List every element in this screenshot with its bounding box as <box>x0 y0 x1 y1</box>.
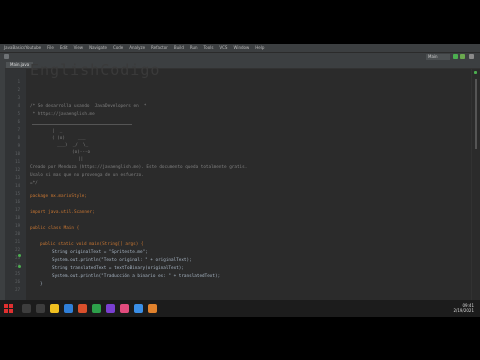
run-config-select[interactable]: Main <box>426 54 450 60</box>
menu-bar: JavaBasicsYoutube File Edit View Navigat… <box>0 44 480 52</box>
ascii-banner: EnglishCodigo <box>30 61 161 79</box>
menu-vcs[interactable]: VCS <box>219 44 227 52</box>
code-line: String originalText = "Spriteste.me"; <box>52 250 148 255</box>
package-line: package mx.marioStyle; <box>30 194 87 199</box>
comment-line: Creado por Mendoza (https://javaenglish.… <box>30 165 248 170</box>
search-icon[interactable] <box>469 54 474 59</box>
code-line: System.out.println("Traducción a binario… <box>52 274 221 279</box>
line-number: 26 <box>15 279 20 284</box>
editor-right-strip <box>471 69 480 305</box>
file-explorer-icon[interactable] <box>50 304 59 313</box>
app-icon[interactable] <box>148 304 157 313</box>
run-icon[interactable] <box>453 54 458 59</box>
windows-taskbar: 09:41 2/19/2021 <box>0 300 480 317</box>
comment-line: * https://javaenglish.me <box>30 112 95 117</box>
video-frame: JavaBasicsYoutube File Edit View Navigat… <box>0 0 480 360</box>
line-number: 8 <box>17 135 20 140</box>
line-number: 9 <box>17 143 20 148</box>
menu-refactor[interactable]: Refactor <box>151 44 168 52</box>
menu-view[interactable]: View <box>74 44 84 52</box>
ascii-art-line: (o)---o <box>72 150 91 155</box>
line-number: 21 <box>15 239 20 244</box>
debug-icon[interactable] <box>460 54 465 59</box>
comment-line: /* Se desarrolla usando JavaDevelopers e… <box>30 104 147 109</box>
line-number: 19 <box>15 223 20 228</box>
line-number: 22 <box>15 247 20 252</box>
ascii-art-line: | _ <box>52 129 63 134</box>
search-icon[interactable] <box>22 304 31 313</box>
menu-build[interactable]: Build <box>174 44 184 52</box>
line-number: 11 <box>15 159 20 164</box>
menu-navigate[interactable]: Navigate <box>89 44 107 52</box>
menu-file[interactable]: File <box>47 44 54 52</box>
main-method-declaration: public static void main(String[] args) { <box>40 242 144 247</box>
menu-edit[interactable]: Edit <box>60 44 68 52</box>
line-number: 6 <box>17 119 20 124</box>
clock-date: 2/19/2021 <box>453 308 474 313</box>
line-number: 15 <box>15 191 20 196</box>
clock[interactable]: 09:41 2/19/2021 <box>453 303 474 313</box>
editor-scrollbar[interactable] <box>475 79 477 149</box>
closing-brace: } <box>40 282 43 287</box>
menu-window[interactable]: Window <box>233 44 249 52</box>
ide-window: JavaBasicsYoutube File Edit View Navigat… <box>0 44 480 317</box>
comment-divider <box>32 124 132 125</box>
app-icon[interactable] <box>134 304 143 313</box>
task-view-icon[interactable] <box>36 304 45 313</box>
line-number: 20 <box>15 231 20 236</box>
line-number: 14 <box>15 183 20 188</box>
class-declaration: public class Main { <box>30 226 80 231</box>
ascii-art-line: ( (o) ___ <box>52 136 86 141</box>
line-number: 10 <box>15 151 20 156</box>
menu-analyze[interactable]: Analyze <box>129 44 145 52</box>
inspection-ok-icon[interactable] <box>474 71 477 74</box>
run-gutter-icon[interactable] <box>18 254 21 257</box>
project-icon[interactable] <box>4 54 9 59</box>
line-number: 2 <box>17 87 20 92</box>
toolbar: Main <box>0 52 480 61</box>
line-number: 27 <box>15 287 20 292</box>
app-icon[interactable] <box>106 304 115 313</box>
ascii-art-line: ___) _/ \_ <box>52 143 89 148</box>
window-title: JavaBasicsYoutube <box>4 45 42 50</box>
line-number: 12 <box>15 167 20 172</box>
app-icon[interactable] <box>92 304 101 313</box>
menu-tools[interactable]: Tools <box>204 44 214 52</box>
code-line: String translatedText = textToBinary(ori… <box>52 266 184 271</box>
line-number: 3 <box>17 95 20 100</box>
line-number: 5 <box>17 111 20 116</box>
menu-code[interactable]: Code <box>113 44 123 52</box>
comment-line: Usalo si mas que no provenga de un esfue… <box>30 173 144 178</box>
line-number: 1 <box>17 79 20 84</box>
code-editor[interactable]: EnglishCodigo /* Se desarrolla usando Ja… <box>26 61 472 305</box>
edge-icon[interactable] <box>64 304 73 313</box>
comment-line: =*/ <box>30 181 38 186</box>
intellij-icon[interactable] <box>120 304 129 313</box>
ascii-art-line: || <box>78 157 84 162</box>
line-number: 7 <box>17 127 20 132</box>
line-number: 13 <box>15 175 20 180</box>
line-number: 25 <box>15 271 20 276</box>
line-gutter: 1 2 3 4 5 6 7 8 9 10 11 12 13 14 15 16 1… <box>5 69 26 305</box>
code-line: System.out.println("Texto original: " + … <box>52 258 192 263</box>
line-number: 18 <box>15 215 20 220</box>
line-number: 4 <box>17 103 20 108</box>
menu-run[interactable]: Run <box>190 44 198 52</box>
start-button[interactable] <box>4 304 13 313</box>
menu-help[interactable]: Help <box>255 44 264 52</box>
import-line: import java.util.Scanner; <box>30 210 95 215</box>
app-icon[interactable] <box>78 304 87 313</box>
line-number: 17 <box>15 207 20 212</box>
run-gutter-icon[interactable] <box>18 265 21 268</box>
line-number: 16 <box>15 199 20 204</box>
